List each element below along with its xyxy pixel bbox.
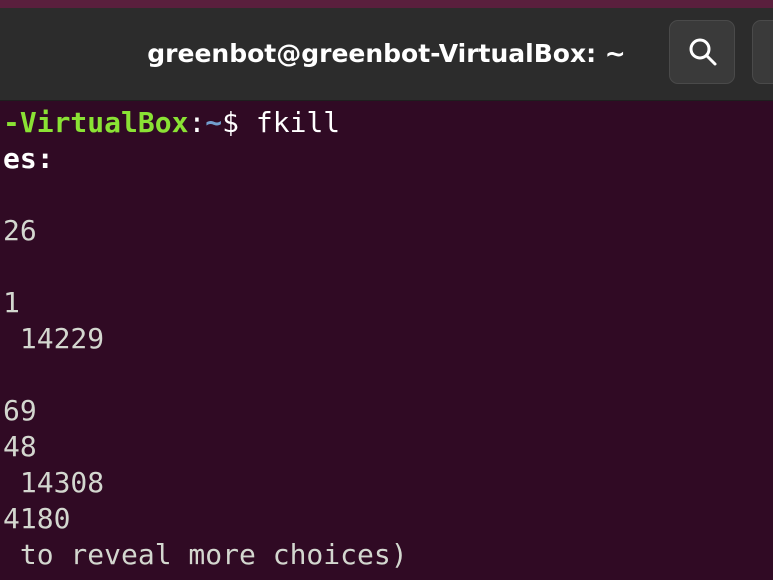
search-icon xyxy=(689,38,717,66)
terminal-line: 69 xyxy=(3,394,37,427)
terminal-line: 48 xyxy=(3,430,37,463)
terminal-line: 14308 xyxy=(3,466,105,499)
terminal-line: es: xyxy=(3,142,54,175)
terminal-line: 26 xyxy=(3,214,37,247)
terminal-area[interactable]: -VirtualBox:~$ fkill es: 26 1 14229 69 4… xyxy=(0,101,773,580)
terminal-line: to reveal more choices) xyxy=(3,538,408,571)
terminal-line: 4180 xyxy=(3,502,71,535)
prompt-line: -VirtualBox:~$ fkill xyxy=(3,105,340,141)
prompt-symbol: $ xyxy=(222,106,256,139)
command-text: fkill xyxy=(255,106,341,139)
title-bar[interactable]: greenbot@greenbot-VirtualBox: ~ xyxy=(0,8,773,101)
window-title: greenbot@greenbot-VirtualBox: ~ xyxy=(147,39,626,68)
prompt-path: ~ xyxy=(205,106,223,139)
window-top-edge xyxy=(0,0,773,8)
menu-button[interactable] xyxy=(752,20,773,84)
prompt-host: -VirtualBox xyxy=(3,106,189,139)
terminal-line: 1 xyxy=(3,286,20,319)
terminal-line: 14229 xyxy=(3,322,105,355)
prompt-separator: : xyxy=(188,106,206,139)
search-button[interactable] xyxy=(669,20,735,84)
